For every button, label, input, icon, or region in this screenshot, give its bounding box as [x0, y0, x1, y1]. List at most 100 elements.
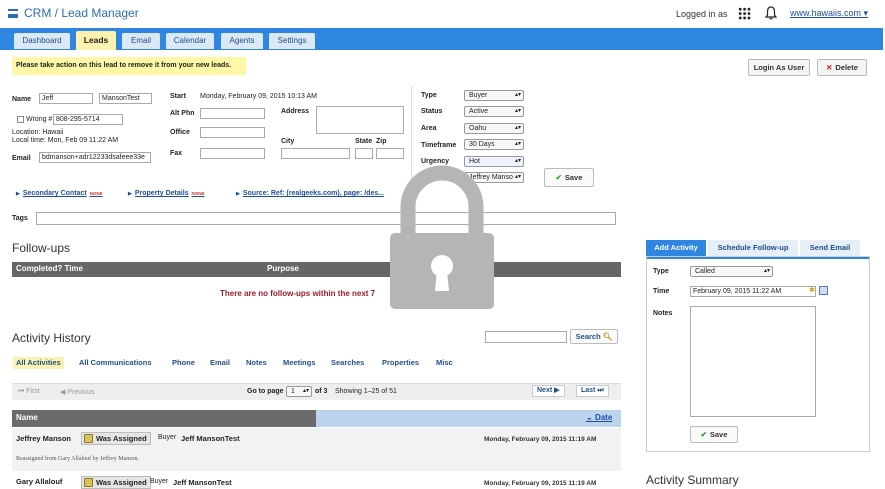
zip-label: Zip [376, 138, 387, 145]
go-to-page-label: Go to page [247, 388, 284, 395]
filter-searches[interactable]: Searches [328, 357, 367, 369]
city-label: City [281, 138, 295, 145]
activity-type-label: Type [653, 268, 669, 275]
apps-grid-icon[interactable] [738, 7, 751, 20]
check-icon: ✔ [700, 430, 707, 439]
expand-arrow-icon: ▶ [236, 191, 240, 197]
next-page-button[interactable]: Next ▶ [532, 385, 565, 397]
bell-icon[interactable] [765, 6, 777, 20]
no-followups-message: There are no follow-ups within the next … [220, 289, 376, 298]
col-date[interactable]: ⌄ Date [586, 413, 612, 422]
area-select[interactable]: Oahu ▴▾ [464, 123, 524, 134]
address-label: Address [281, 108, 310, 115]
last-page-button[interactable]: Last ⏭ [576, 385, 609, 397]
filter-notes[interactable]: Notes [243, 357, 270, 369]
previous-page-button[interactable]: ◀ Previous [60, 388, 95, 396]
alt-phone-input[interactable] [200, 108, 265, 119]
tab-agents[interactable]: Agents [221, 33, 263, 49]
page-select[interactable]: 1 ▴▾ [286, 386, 312, 397]
tab-send-email[interactable]: Send Email [800, 240, 860, 256]
tab-email[interactable]: Email [122, 33, 160, 49]
location-text: Location: Hawaii [12, 129, 64, 136]
status-select[interactable]: Active ▴▾ [464, 106, 524, 117]
tags-input[interactable] [36, 212, 616, 225]
address-input[interactable] [316, 106, 404, 134]
state-label: State [355, 138, 373, 145]
clock-icon[interactable]: ✱ [809, 286, 815, 294]
filter-all-activities[interactable]: All Activities [13, 357, 64, 369]
email-input[interactable]: bdmanson+adr12233dsafeee33e [39, 152, 151, 163]
tab-leads[interactable]: Leads [76, 31, 116, 50]
tab-add-activity[interactable]: Add Activity [646, 240, 706, 256]
type-select[interactable]: Buyer ▴▾ [464, 90, 524, 101]
logged-in-label: Logged in as [676, 9, 728, 19]
followups-table-header: Completed? Time Purpose [12, 262, 621, 277]
state-input[interactable] [355, 148, 373, 159]
notes-label: Notes [653, 310, 673, 317]
target-name: Jeff MansonTest [173, 478, 232, 487]
site-link[interactable]: www.hawaiis.com ▾ [790, 8, 868, 19]
role-text: Buyer [158, 434, 177, 441]
app-title[interactable]: CRM / Lead Manager [24, 6, 139, 20]
local-time-text: Local time: Mon, Feb 09 11:22 AM [12, 137, 119, 144]
secondary-contact-link[interactable]: ▶ Secondary Contact NONE [16, 190, 103, 197]
tab-schedule-followup[interactable]: Schedule Follow-up [708, 240, 798, 256]
first-name-input[interactable]: Jeff [39, 93, 93, 104]
col-completed-time: Completed? Time [16, 264, 83, 273]
start-label: Start [170, 93, 186, 100]
filter-email[interactable]: Email [207, 357, 233, 369]
calendar-icon[interactable] [819, 286, 828, 295]
activity-save-button[interactable]: ✔ Save [690, 426, 738, 443]
activity-search-input[interactable] [485, 331, 567, 343]
filter-all-communications[interactable]: All Communications [76, 357, 155, 369]
login-as-user-button[interactable]: Login As User [748, 59, 810, 76]
phone-input[interactable]: 808-295-5714 [53, 114, 123, 125]
col-name[interactable]: Name [16, 413, 38, 422]
of-pages-label: of 3 [315, 388, 328, 395]
tab-calendar[interactable]: Calendar [166, 33, 214, 49]
fax-input[interactable] [200, 148, 265, 159]
date-column-highlight [316, 410, 621, 427]
alt-phone-label: Alt Phn [170, 110, 195, 117]
activity-summary-title: Activity Summary [646, 473, 739, 487]
col-purpose: Purpose [267, 264, 300, 273]
filter-properties[interactable]: Properties [379, 357, 422, 369]
badge-icon [84, 434, 93, 443]
email-label: Email [12, 155, 31, 162]
zip-input[interactable] [376, 148, 404, 159]
last-name-input[interactable]: MansonTest [99, 93, 152, 104]
actor-name: Jeffrey Manson [16, 434, 72, 443]
notes-textarea[interactable] [690, 306, 816, 417]
tab-dashboard[interactable]: Dashboard [14, 33, 70, 49]
timeframe-label: Timeframe [421, 142, 457, 149]
source-link[interactable]: ▶ Source: Ref: (realgeeks.com), page: /de… [236, 190, 384, 197]
city-input[interactable] [281, 148, 350, 159]
filter-meetings[interactable]: Meetings [280, 357, 319, 369]
wrong-number-checkbox[interactable] [17, 116, 24, 123]
activity-type-select[interactable]: Called ▴▾ [690, 266, 773, 277]
filter-misc[interactable]: Misc [433, 357, 456, 369]
fax-label: Fax [170, 150, 183, 157]
delete-button[interactable]: ✕ Delete [817, 59, 867, 76]
type-label: Type [421, 92, 437, 99]
top-bar: CRM / Lead Manager Logged in as www.hawa… [0, 0, 885, 28]
office-input[interactable] [200, 127, 265, 138]
lead-save-button[interactable]: ✔ Save [544, 168, 594, 187]
property-details-link[interactable]: ▶ Property Details NONE [128, 190, 205, 197]
menu-icon[interactable] [8, 9, 18, 18]
table-row: Gary Allalouf Was Assigned Buyer Jeff Ma… [12, 472, 621, 489]
chevron-down-icon: ⌄ [586, 413, 593, 422]
tab-settings[interactable]: Settings [269, 33, 315, 49]
target-name: Jeff MansonTest [181, 434, 240, 443]
office-label: Office [170, 129, 190, 136]
activity-date: Monday, February 09, 2015 11:19 AM [484, 480, 597, 487]
activity-search-button[interactable]: Search 🔍︎ [570, 329, 618, 344]
first-page-button[interactable]: ⏮ First [18, 388, 40, 396]
followups-title: Follow-ups [12, 241, 71, 255]
search-icon: 🔍︎ [602, 332, 613, 341]
activity-time-input[interactable]: February 09, 2015 11:22 AM [690, 286, 816, 297]
filter-phone[interactable]: Phone [169, 357, 198, 369]
timeframe-select[interactable]: 30 Days ▴▾ [464, 139, 524, 150]
actor-name: Gary Allalouf [16, 477, 63, 486]
status-label: Status [421, 108, 443, 115]
